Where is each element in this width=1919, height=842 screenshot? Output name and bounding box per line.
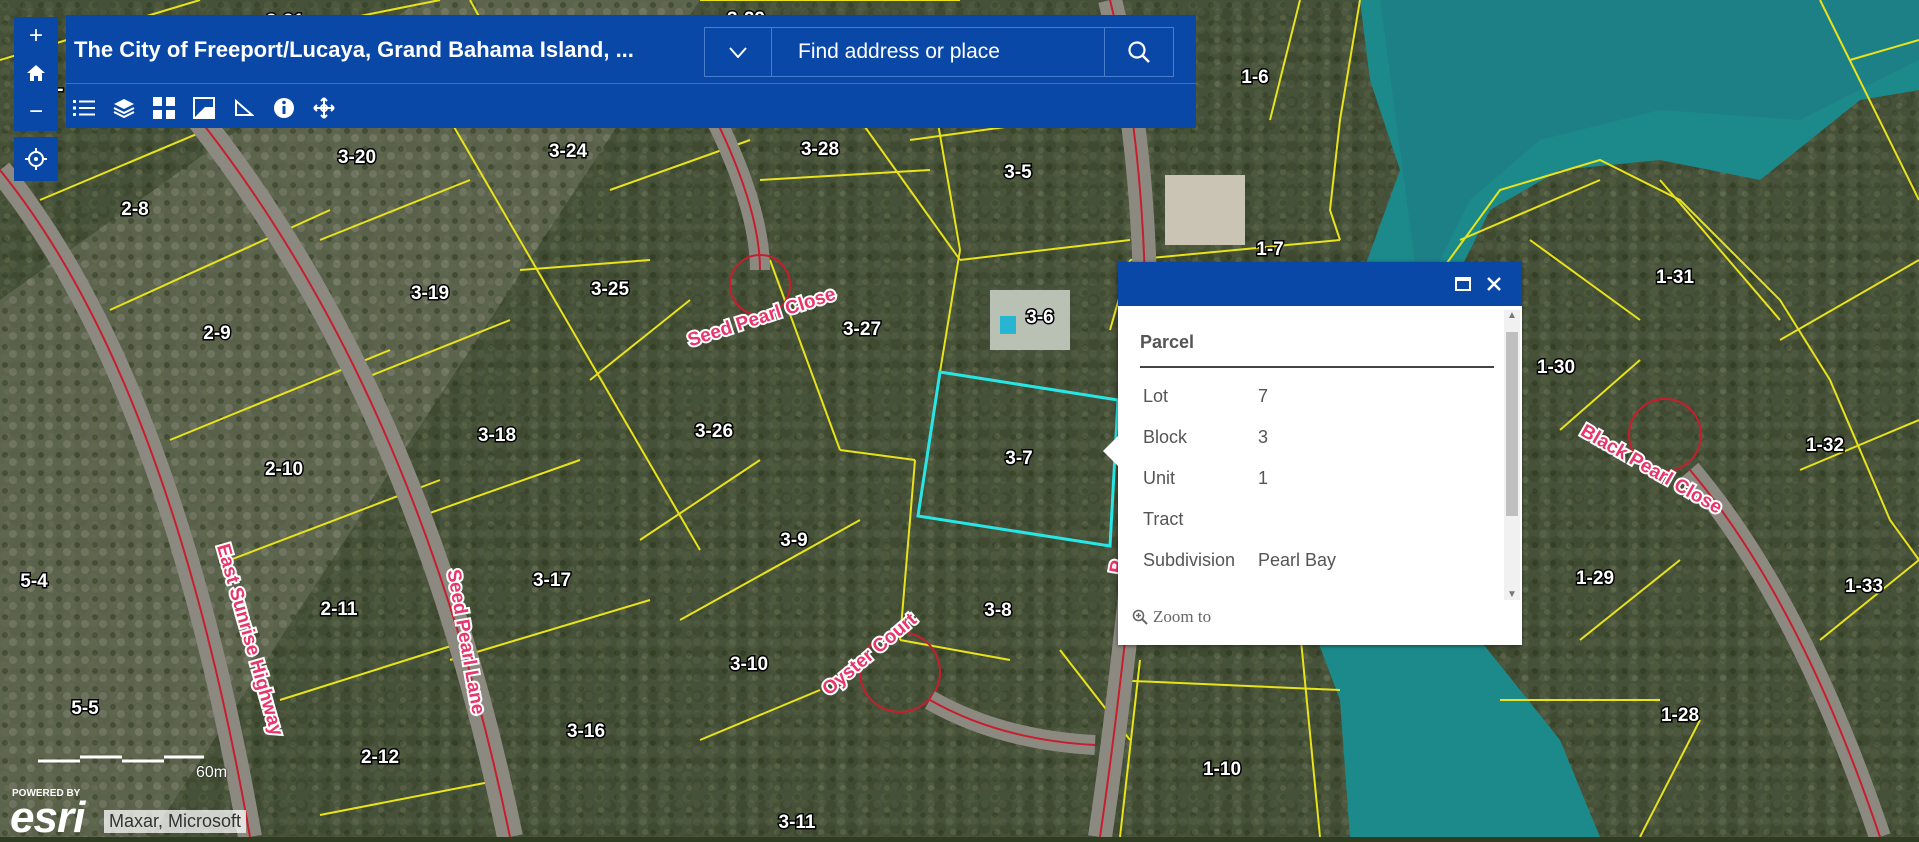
zoom-to-label: Zoom to [1153, 607, 1212, 626]
lot-label: 3-24 [549, 141, 587, 162]
legend-icon[interactable] [71, 95, 97, 121]
lot-label: 3-10 [730, 654, 768, 675]
scroll-down-icon[interactable]: ▼ [1504, 589, 1520, 600]
about-icon[interactable] [271, 95, 297, 121]
attribute-key: Tract [1143, 509, 1184, 529]
lot-label: 3-27 [843, 319, 881, 340]
app-title: The City of Freeport/Lucaya, Grand Baham… [74, 37, 634, 62]
lot-label: 1-10 [1203, 759, 1241, 780]
attribute-value: 3 [1258, 427, 1269, 447]
search-button[interactable] [1104, 28, 1173, 76]
header-divider [66, 83, 1196, 84]
app-header: The City of Freeport/Lucaya, Grand Baham… [66, 15, 1196, 128]
layers-icon[interactable] [111, 95, 137, 121]
attribute-key: Lot [1143, 386, 1169, 406]
lot-label: 3-16 [567, 721, 605, 742]
lot-label: 2-8 [121, 199, 148, 220]
zoom-in-icon [1132, 609, 1148, 625]
attribute-key: Block [1143, 427, 1188, 447]
home-button[interactable] [14, 55, 58, 93]
lot-label: 3-26 [695, 421, 733, 442]
attribute-row: REGIONG.B. Development [1140, 581, 1405, 592]
popup-content: Parcel Lot 7 Block 3 Unit 1 Tract Subdivisi… [1118, 306, 1504, 592]
attribute-row: Lot 7 [1140, 376, 1405, 417]
popup-header [1118, 262, 1522, 306]
lot-label: 3-28 [801, 139, 839, 160]
attribute-table: Lot 7 Block 3 Unit 1 Tract Subdivision Pearl… [1140, 376, 1405, 592]
close-icon[interactable] [1483, 273, 1505, 295]
lot-label: 3-7 [1005, 448, 1032, 469]
basemap-gallery-icon[interactable] [151, 95, 177, 121]
lot-label: 2-11 [321, 599, 358, 620]
maximize-icon[interactable] [1452, 273, 1474, 295]
attribute-key: REGION [1140, 581, 1255, 592]
search-input[interactable] [772, 28, 1104, 76]
popup-pointer [1103, 436, 1118, 466]
lot-label: 5-4 [20, 571, 48, 592]
widget-toolbar [71, 95, 337, 121]
search-source-dropdown[interactable] [705, 28, 772, 76]
popup-title: Parcel [1140, 332, 1195, 352]
lot-label: 3-8 [984, 600, 1011, 621]
measure-icon[interactable] [231, 95, 257, 121]
attribute-value: 7 [1258, 386, 1269, 406]
locate-button[interactable] [14, 137, 58, 181]
lot-label: 1-28 [1661, 705, 1699, 726]
zoom-controls: + − [14, 17, 58, 131]
lot-label: 2-10 [265, 459, 303, 480]
scale-ruler [38, 755, 204, 763]
chevron-down-icon [729, 46, 747, 58]
overview-icon[interactable] [191, 95, 217, 121]
lot-label: 1-31 [1656, 267, 1694, 288]
attribute-value: Pearl Bay [1258, 550, 1337, 570]
zoom-in-button[interactable]: + [14, 17, 58, 55]
share-icon[interactable] [311, 95, 337, 121]
search-widget [704, 27, 1174, 77]
attribute-row: Tract [1140, 499, 1405, 540]
lot-label: 3-9 [780, 530, 807, 551]
crosshair-icon [25, 148, 47, 170]
lot-label: 2-9 [203, 323, 230, 344]
home-icon [27, 65, 45, 81]
scroll-up-icon[interactable]: ▲ [1504, 310, 1520, 321]
scale-bar: 60m [36, 750, 227, 781]
lot-label: 1-29 [1576, 568, 1614, 589]
attribute-value [1255, 499, 1405, 540]
attribution[interactable]: Maxar, Microsoft [104, 810, 247, 833]
lot-label: 1-6 [1241, 67, 1268, 88]
attribute-row: Subdivision Pearl Bay [1140, 540, 1405, 581]
lot-label: 1-7 [1256, 239, 1283, 260]
attribute-value: G.B. Development [1255, 581, 1405, 592]
popup-scrollbar[interactable]: ▲ ▼ [1504, 310, 1520, 600]
parcel-popup: Parcel Lot 7 Block 3 Unit 1 Tract Subdivisi… [1103, 262, 1522, 645]
lot-label: 2-12 [361, 747, 399, 768]
esri-logo: esri [10, 793, 85, 842]
lot-label: 3-19 [411, 283, 449, 304]
lot-label: 3-5 [1004, 162, 1032, 183]
zoom-to-link[interactable]: Zoom to [1132, 607, 1211, 627]
lot-label: 3-25 [591, 279, 629, 300]
lot-label: 3-20 [338, 147, 376, 168]
lot-label: 1-30 [1537, 357, 1575, 378]
lot-label: 3-18 [478, 425, 516, 446]
zoom-out-button[interactable]: − [14, 93, 58, 131]
popup-title-rule [1140, 366, 1494, 368]
lot-label: 3-6 [1026, 307, 1053, 328]
scrollbar-thumb[interactable] [1506, 332, 1518, 516]
lot-label: 3-17 [533, 570, 571, 591]
scale-label: 60m [196, 764, 228, 781]
lot-label: 1-33 [1845, 576, 1883, 597]
attribute-key: Subdivision [1143, 550, 1236, 570]
lot-label: 3-11 [779, 812, 816, 833]
attribute-row: Block 3 [1140, 417, 1405, 458]
attribute-key: Unit [1143, 468, 1176, 488]
attribute-row: Unit 1 [1140, 458, 1405, 499]
attribute-value: 1 [1258, 468, 1269, 488]
lot-label: 5-5 [71, 698, 99, 719]
search-icon [1128, 41, 1150, 63]
lot-label: 1-32 [1806, 435, 1844, 456]
